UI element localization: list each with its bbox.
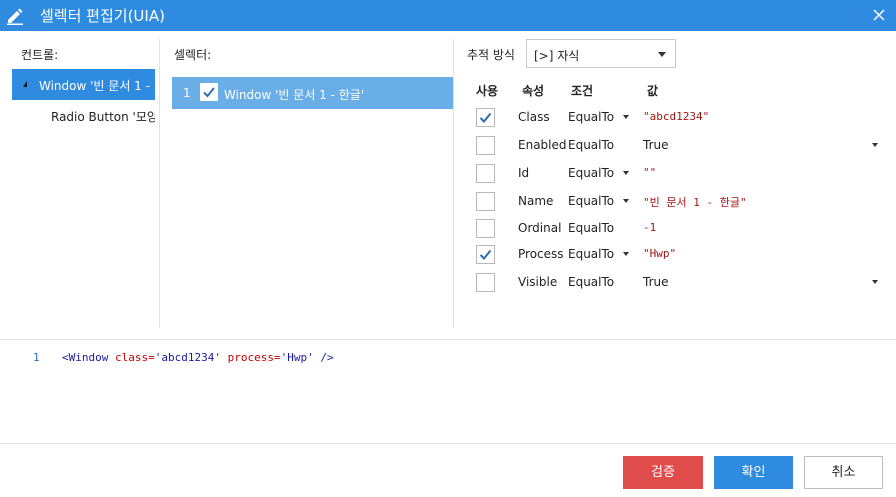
property-value[interactable]: "Hwp" bbox=[643, 247, 676, 260]
property-condition[interactable]: EqualTo bbox=[568, 166, 614, 180]
property-name: Id bbox=[518, 166, 530, 180]
property-value[interactable]: -1 bbox=[643, 221, 656, 234]
property-value[interactable]: "빈 문서 1 - 한글" bbox=[643, 194, 747, 210]
cancel-button[interactable]: 취소 bbox=[804, 456, 883, 489]
property-use-checkbox[interactable] bbox=[476, 108, 495, 127]
tree-item-window[interactable]: Window '빈 문서 1 - 한글' bbox=[12, 69, 155, 100]
header-condition: 조건 bbox=[571, 84, 594, 98]
panel-divider bbox=[453, 39, 454, 328]
property-name: Visible bbox=[518, 275, 558, 289]
property-condition[interactable]: EqualTo bbox=[568, 247, 614, 261]
header-use: 사용 bbox=[476, 84, 499, 98]
selector-row[interactable]: 1 Window '빈 문서 1 - 한글' bbox=[172, 77, 453, 109]
property-name: Ordinal bbox=[518, 221, 562, 235]
property-row: Enabled EqualTo True bbox=[476, 136, 886, 162]
selector-label: 셀렉터: bbox=[174, 48, 212, 62]
check-icon bbox=[479, 112, 492, 123]
selector-checkbox[interactable] bbox=[200, 83, 218, 101]
property-use-checkbox[interactable] bbox=[476, 273, 495, 292]
selector-index: 1 bbox=[183, 86, 191, 100]
title-bar: 셀렉터 편집기(UIA) bbox=[0, 0, 896, 31]
property-use-checkbox[interactable] bbox=[476, 136, 495, 155]
value-dropdown-icon[interactable] bbox=[872, 280, 878, 284]
controls-label: 컨트롤: bbox=[21, 48, 59, 62]
code-token: <Window bbox=[62, 351, 115, 364]
value-dropdown-icon[interactable] bbox=[872, 143, 878, 147]
property-row: Id EqualTo "" bbox=[476, 164, 886, 190]
pencil-icon bbox=[7, 8, 23, 25]
selector-code-preview[interactable]: 1 <Window class='abcd1234' process='Hwp'… bbox=[0, 340, 896, 443]
property-condition[interactable]: EqualTo bbox=[568, 110, 614, 124]
property-row: Visible EqualTo True bbox=[476, 273, 886, 299]
code-token: class= bbox=[114, 351, 155, 364]
verify-button[interactable]: 검증 bbox=[623, 456, 703, 489]
property-use-checkbox[interactable] bbox=[476, 219, 495, 238]
code-token: process= bbox=[227, 351, 281, 364]
property-row: Process EqualTo "Hwp" bbox=[476, 245, 886, 271]
property-name: Enabled bbox=[518, 138, 567, 152]
property-value[interactable]: "" bbox=[643, 166, 656, 179]
property-condition[interactable]: EqualTo bbox=[568, 221, 614, 235]
property-condition[interactable]: EqualTo bbox=[568, 275, 614, 289]
chevron-down-icon bbox=[658, 52, 666, 57]
property-value[interactable]: True bbox=[643, 275, 669, 289]
code-token: /> bbox=[313, 351, 334, 364]
check-icon bbox=[203, 87, 215, 98]
ok-button[interactable]: 확인 bbox=[714, 456, 793, 489]
property-name: Name bbox=[518, 194, 554, 208]
property-name: Process bbox=[518, 247, 564, 261]
tree-item-radio-button[interactable]: Radio Button '모양 복사' bbox=[51, 108, 155, 125]
condition-dropdown-icon[interactable] bbox=[623, 252, 629, 256]
property-condition[interactable]: EqualTo bbox=[568, 194, 614, 208]
property-value[interactable]: "abcd1234" bbox=[643, 110, 709, 123]
trace-mode-select[interactable]: [>] 자식 bbox=[526, 39, 676, 68]
property-use-checkbox[interactable] bbox=[476, 164, 495, 183]
property-row: Ordinal EqualTo -1 bbox=[476, 219, 886, 245]
check-icon bbox=[479, 249, 492, 260]
property-use-checkbox[interactable] bbox=[476, 192, 495, 211]
property-use-checkbox[interactable] bbox=[476, 245, 495, 264]
property-condition[interactable]: EqualTo bbox=[568, 138, 614, 152]
property-row: Name EqualTo "빈 문서 1 - 한글" bbox=[476, 192, 886, 218]
condition-dropdown-icon[interactable] bbox=[623, 171, 629, 175]
close-icon[interactable] bbox=[872, 8, 886, 22]
window-title: 셀렉터 편집기(UIA) bbox=[40, 7, 165, 25]
property-row: Class EqualTo "abcd1234" bbox=[476, 108, 886, 134]
line-number: 1 bbox=[33, 351, 40, 364]
property-name: Class bbox=[518, 110, 550, 124]
header-property: 속성 bbox=[522, 84, 545, 98]
panel-divider bbox=[159, 39, 160, 328]
expand-arrow-icon[interactable] bbox=[23, 81, 27, 87]
trace-mode-value: [>] 자식 bbox=[534, 49, 580, 63]
condition-dropdown-icon[interactable] bbox=[623, 115, 629, 119]
trace-mode-label: 추적 방식 bbox=[467, 48, 515, 62]
code-token: 'abcd1234' bbox=[154, 351, 221, 364]
code-token: 'Hwp' bbox=[280, 351, 314, 364]
tree-item-label: Window '빈 문서 1 - 한글' bbox=[39, 79, 153, 93]
selector-item-label: Window '빈 문서 1 - 한글' bbox=[224, 88, 365, 102]
code-line: <Window class='abcd1234' process='Hwp' /… bbox=[62, 351, 334, 364]
footer-divider bbox=[0, 443, 896, 444]
header-value: 값 bbox=[647, 84, 659, 98]
condition-dropdown-icon[interactable] bbox=[623, 199, 629, 203]
property-value[interactable]: True bbox=[643, 138, 669, 152]
